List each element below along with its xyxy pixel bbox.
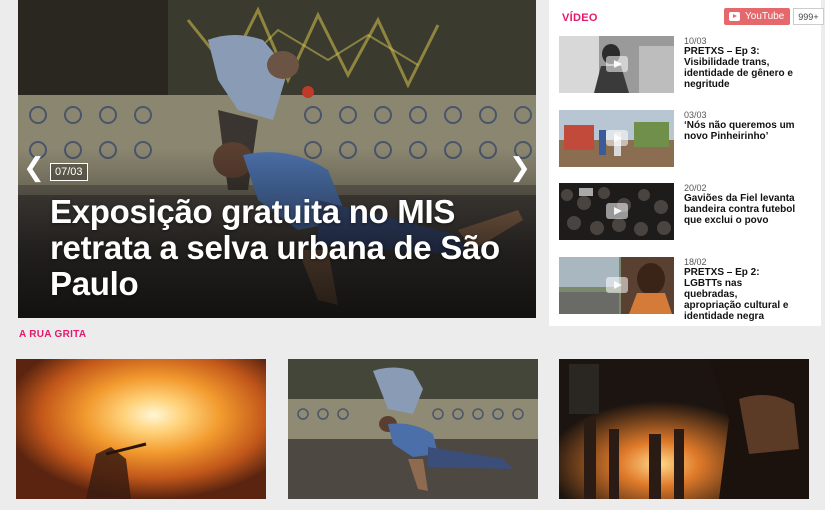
video-item[interactable]: 18/02 PRETXS – Ep 2: LGBTTs nas quebrada… [559,257,819,322]
hero-date-badge: 07/03 [50,163,88,181]
video-thumbnail[interactable] [559,110,674,167]
article-image [559,359,809,499]
video-title[interactable]: ‘Nós não queremos um novo Pinheirinho’ [684,120,796,142]
video-thumbnail[interactable] [559,257,674,314]
article-card[interactable] [16,359,266,499]
youtube-icon [729,12,740,21]
play-icon [606,56,628,72]
youtube-label: YouTube [745,11,785,22]
play-icon [606,277,628,293]
video-panel: VÍDEO YouTube 999+ 10/03 PRETXS – Ep 3: … [549,0,824,326]
video-date: 03/03 [684,110,707,120]
video-date: 20/02 [684,183,707,193]
video-item[interactable]: 10/03 PRETXS – Ep 3: Visibilidade trans,… [559,36,819,94]
video-date: 18/02 [684,257,707,267]
article-image [288,359,538,499]
video-thumbnail[interactable] [559,36,674,93]
hero-slider[interactable]: ❮ ❯ 07/03 Exposição gratuita no MIS retr… [18,0,536,318]
article-image [16,359,266,499]
play-icon [606,203,628,219]
video-thumbnail[interactable] [559,183,674,240]
article-card[interactable] [559,359,809,499]
youtube-button[interactable]: YouTube [724,8,791,25]
video-heading: VÍDEO [562,12,598,24]
hero-title[interactable]: Exposição gratuita no MIS retrata a selv… [50,194,520,302]
video-title[interactable]: PRETXS – Ep 3: Visibilidade trans, ident… [684,46,796,90]
article-card[interactable] [288,359,538,499]
video-item[interactable]: 03/03 ‘Nós não queremos um novo Pinheiri… [559,110,819,168]
chevron-left-icon[interactable]: ❮ [22,152,46,184]
youtube-subscribe[interactable]: YouTube 999+ [724,8,824,25]
video-title[interactable]: PRETXS – Ep 2: LGBTTs nas quebradas, apr… [684,267,796,322]
video-item[interactable]: 20/02 Gaviões da Fiel levanta bandeira c… [559,183,819,241]
video-date: 10/03 [684,36,707,46]
play-icon [606,130,628,146]
video-title[interactable]: Gaviões da Fiel levanta bandeira contra … [684,193,796,226]
youtube-count: 999+ [793,8,824,25]
section-heading: A RUA GRITA [19,329,87,340]
chevron-right-icon[interactable]: ❯ [508,152,532,184]
